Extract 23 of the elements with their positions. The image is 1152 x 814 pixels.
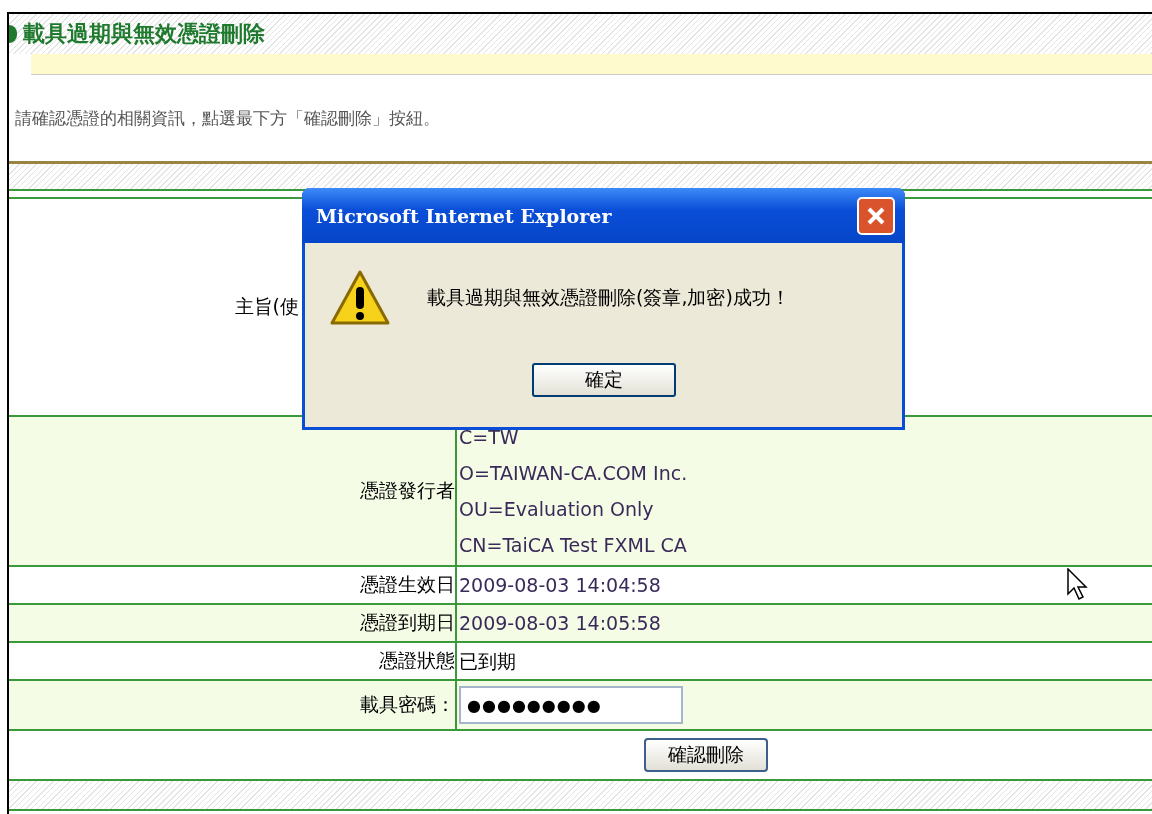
dialog-title: Microsoft Internet Explorer — [316, 204, 612, 227]
close-button[interactable] — [857, 196, 895, 235]
field-value: C=TW — [459, 425, 519, 450]
field-value: 2009-08-03 14:04:58 — [459, 573, 661, 598]
password-field[interactable]: ●●●●●●●●● — [459, 686, 683, 724]
warning-icon — [329, 269, 391, 327]
instruction-text: 請確認憑證的相關資訊，點選最下方「確認刪除」按紐。 — [14, 107, 441, 130]
field-value: 2009-08-03 14:05:58 — [459, 611, 661, 636]
field-label: 憑證到期日 — [360, 610, 455, 635]
page-title: 載具過期與無效憑證刪除 — [23, 20, 265, 48]
field-value: OU=Evaluation Only — [459, 497, 654, 522]
field-label: 載具密碼： — [360, 692, 455, 717]
ok-button[interactable]: 確定 — [531, 363, 676, 397]
field-label: 憑證生效日 — [360, 572, 455, 597]
field-value: O=TAIWAN-CA.COM Inc. — [459, 461, 688, 486]
dialog-message: 載具過期與無效憑證刪除(簽章,加密)成功！ — [427, 285, 790, 310]
field-value: CN=TaiCA Test FXML CA — [459, 533, 687, 558]
field-label: 憑證發行者 — [360, 478, 455, 503]
confirm-delete-button[interactable]: 確認刪除 — [643, 738, 768, 772]
bullet-icon — [9, 25, 17, 43]
field-value: 已到期 — [459, 649, 516, 674]
field-label: 憑證狀態 — [379, 648, 455, 673]
field-label: 主旨(使 — [234, 294, 299, 319]
